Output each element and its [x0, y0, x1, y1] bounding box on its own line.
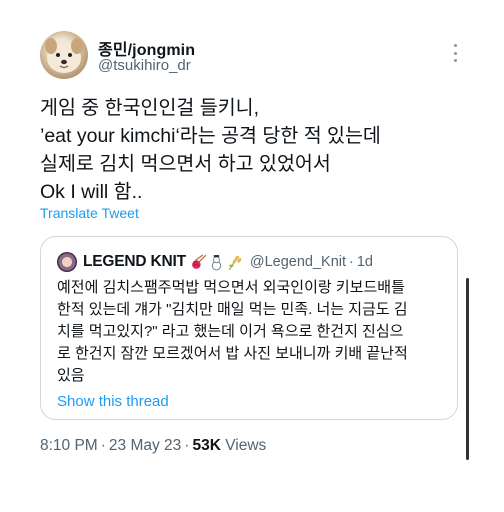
quoted-tweet[interactable]: LEGEND KNIT @Legend_Knit · 1d 예전에 김치스팸주먹… [40, 236, 458, 420]
quoted-separator: · [349, 254, 354, 270]
translate-tweet-link[interactable]: Translate Tweet [40, 205, 139, 221]
avatar[interactable] [40, 31, 88, 79]
views-label: Views [225, 437, 267, 454]
tweet-time[interactable]: 8:10 PM [40, 437, 98, 454]
quoted-tweet-text: 예전에 김치스팸주먹밥 먹으면서 외국인이랑 키보드배틀 한적 있는데 걔가 "… [57, 279, 408, 384]
more-options-icon[interactable] [452, 44, 458, 62]
quoted-display-name[interactable]: LEGEND KNIT [83, 253, 186, 271]
show-thread-link[interactable]: Show this thread [57, 393, 169, 410]
quoted-name-emojis [190, 254, 244, 271]
scrollbar[interactable] [466, 278, 469, 460]
author-handle[interactable]: @tsukihiro_dr [98, 57, 191, 74]
quoted-tweet-header: LEGEND KNIT @Legend_Knit · 1d [57, 252, 373, 272]
knitting-emoji-icon [191, 254, 207, 269]
quoted-handle[interactable]: @Legend_Knit [250, 254, 346, 270]
meta-separator-2: · [184, 437, 190, 454]
meta-separator: · [100, 437, 106, 454]
tweet-text: 게임 중 한국인인걸 들키니, ’eat your kimchi‘라는 공격 당… [40, 97, 381, 203]
tweet-card: 종민/jongmin @tsukihiro_dr 게임 중 한국인인걸 들키니,… [0, 0, 504, 512]
quoted-timestamp[interactable]: 1d [357, 254, 373, 270]
wheat-emoji-icon [228, 255, 242, 270]
views-count[interactable]: 53K [192, 437, 220, 454]
tweet-date[interactable]: 23 May 23 [109, 437, 181, 454]
tweet-meta: 8:10 PM · 23 May 23 · 53K Views [40, 437, 266, 455]
snowman-emoji-icon [211, 254, 222, 270]
quoted-avatar[interactable] [57, 252, 77, 272]
dog-avatar-icon [45, 38, 83, 73]
